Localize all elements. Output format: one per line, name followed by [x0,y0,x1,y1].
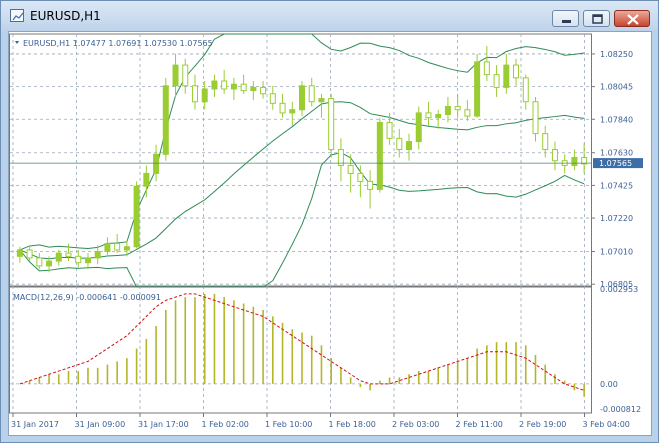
candle-body [415,112,422,143]
macd-tick-label: -0.000812 [600,405,641,414]
bollinger-upper-band [19,33,585,251]
minimize-button[interactable] [552,10,579,27]
close-button[interactable] [614,10,650,27]
close-icon [627,14,639,25]
time-tick-label: 3 Feb 04:00 [583,420,630,429]
price-tick-label: 1.07220 [600,214,633,223]
maximize-button[interactable] [583,10,610,27]
candle-body [406,141,413,151]
time-tick-label: 1 Feb 02:00 [202,420,249,429]
title-bar[interactable]: EURUSD,H1 [1,1,658,31]
candle-body [318,98,325,103]
candle-body [104,243,111,253]
candle-body [299,85,305,111]
candle-body [474,61,481,117]
price-tick-label: 1.08045 [600,83,633,92]
maximize-icon [592,14,603,24]
macd-info-label: MACD(12,26,9) -0.000641 -0.000091 [13,293,161,302]
window-title: EURUSD,H1 [30,9,101,23]
candle-body [386,121,393,139]
time-tick-label: 31 Jan 2017 [11,420,59,429]
candle-body [464,109,471,117]
candle-body [357,172,364,182]
candle-body [435,113,442,119]
time-tick-label: 31 Jan 17:00 [138,420,189,429]
candle-body [143,172,150,187]
candlesticks [10,45,591,273]
time-tick-label: 2 Feb 03:00 [392,420,439,429]
candle-body [542,133,549,151]
candle-body [46,260,53,267]
price-tick-label: 1.07630 [600,149,633,158]
candle-body [211,80,218,90]
time-tick-label: 31 Jan 09:00 [75,420,126,429]
chart-window: EURUSD,H1 1.08250 1.08045 1.07840 1.07630 1.… [0,0,659,443]
bollinger-lower-band [19,151,585,288]
time-tick-label: 1 Feb 18:00 [329,420,376,429]
candle-body [250,86,257,92]
candle-body [94,251,101,259]
macd-pane-border [9,285,592,414]
candle-body [308,85,315,103]
candle-body [230,83,237,90]
price-chart[interactable]: 1.08250 1.08045 1.07840 1.07630 1.07425 1.072… [9,32,651,435]
candle-body [65,252,72,257]
candle-body [191,85,198,103]
candle-body [172,64,179,87]
price-tick-label: 1.08250 [600,50,633,59]
candle-body [328,98,335,151]
candle-body [571,157,578,166]
candle-body [240,83,247,92]
macd-indicator [19,293,585,397]
price-tick-label: 1.07010 [600,248,633,257]
candle-body [493,74,500,88]
candle-body [260,86,267,95]
candle-body [201,88,208,103]
time-tick-label: 1 Feb 10:00 [265,420,312,429]
time-tick-label: 2 Feb 19:00 [519,420,566,429]
candle-body [347,164,354,174]
candle-body [123,246,130,251]
candle-body [114,243,121,251]
macd-tick-label: 0.00 [600,380,618,389]
candle-body [26,249,33,259]
candle-body [396,137,403,151]
current-price-label: 1.07565 [599,159,632,168]
candle-body [162,85,169,155]
candle-body [269,93,276,104]
candle-body [454,106,461,111]
time-tick-label: 2 Feb 11:00 [456,420,503,429]
price-tick-label: 1.07425 [600,181,633,190]
chart-area[interactable]: 1.08250 1.08045 1.07840 1.07630 1.07425 1.072… [8,31,652,436]
candle-body [153,153,160,174]
candle-body [444,106,451,115]
candle-body [551,149,558,162]
chart-window-icon [10,9,24,22]
candle-body [532,101,539,135]
minimize-icon [562,20,571,23]
price-axis: 1.08250 1.08045 1.07840 1.07630 1.07425 1.072… [11,50,643,429]
candle-body [221,80,228,90]
candle-body [376,121,383,190]
candle-body [279,102,286,114]
candle-body [483,61,490,76]
candle-body [425,112,432,119]
candle-body [503,64,510,88]
candle-body [55,252,62,262]
candle-body [75,255,82,264]
candle-body [513,64,520,79]
macd-tick-label: 0.002953 [600,285,638,294]
candle-body [289,109,296,114]
candle-body [36,257,43,267]
chart-dropdown-icon[interactable] [15,41,19,44]
candle-body [182,64,189,87]
candle-body [84,257,91,264]
symbol-info-label: EURUSD,H1 1.07477 1.07691 1.07530 1.0756… [23,39,213,48]
bollinger-middle-band [19,101,585,260]
candle-body [133,185,140,248]
price-tick-label: 1.07840 [600,115,633,124]
candle-body [16,249,23,257]
candle-body [367,180,374,190]
candle-body [522,77,529,103]
